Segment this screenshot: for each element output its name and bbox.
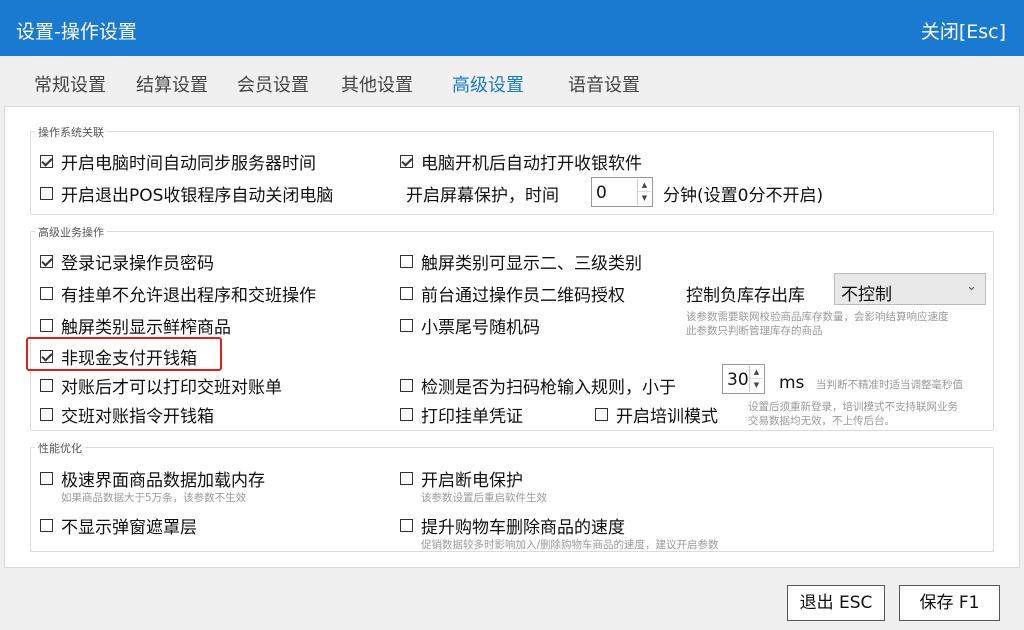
- shutdown-on-exit-checkbox[interactable]: 开启退出POS收银程序自动关闭电脑: [40, 181, 333, 206]
- stepper-up-icon[interactable]: ▲: [638, 179, 651, 192]
- checkbox-icon[interactable]: [400, 155, 413, 168]
- memory-load-hint: 如果商品数据大于5万条，该参数不生效: [61, 492, 247, 504]
- screensaver-label: 开启屏幕保护，时间: [406, 186, 559, 206]
- perf-group-label: 性能优化: [35, 440, 85, 456]
- cart-speed-hint: 促销数据较多时影响加入/删除购物车商品的速度，建议开启参数: [421, 539, 719, 551]
- checkbox-icon[interactable]: [400, 255, 413, 268]
- title-bar: 设置-操作设置 关闭[Esc]: [0, 0, 1024, 56]
- non-cash-drawer-checkbox[interactable]: 非现金支付开钱箱: [40, 344, 197, 369]
- negative-stock-label: 控制负库存出库: [686, 286, 805, 306]
- cart-speed-checkbox[interactable]: 提升购物车删除商品的速度: [400, 513, 625, 538]
- negative-stock-selected: 不控制: [841, 285, 892, 305]
- sync-time-checkbox[interactable]: 开启电脑时间自动同步服务器时间: [40, 149, 316, 174]
- checkbox-icon[interactable]: [40, 319, 53, 332]
- tab-voice[interactable]: 语音设置: [568, 71, 640, 97]
- checkbox-icon[interactable]: [400, 287, 413, 300]
- business-group-label: 高级业务操作: [35, 224, 107, 240]
- checkbox-icon[interactable]: [40, 379, 53, 392]
- record-password-checkbox[interactable]: 登录记录操作员密码: [40, 249, 214, 274]
- checkbox-icon[interactable]: [400, 519, 413, 532]
- power-protect-checkbox[interactable]: 开启断电保护: [400, 466, 523, 491]
- scan-rule-ms-stepper[interactable]: 30 ▲ ▼: [722, 364, 765, 394]
- chevron-down-icon: ⌄: [966, 279, 977, 294]
- screensaver-minutes-stepper[interactable]: 0 ▲ ▼: [591, 177, 653, 207]
- no-exit-with-pending-checkbox[interactable]: 有挂单不允许退出程序和交班操作: [40, 281, 316, 306]
- screensaver-unit: 分钟(设置0分不开启): [663, 186, 824, 206]
- checkbox-icon[interactable]: [400, 408, 413, 421]
- checkbox-icon[interactable]: [40, 350, 53, 363]
- qr-auth-checkbox[interactable]: 前台通过操作员二维码授权: [400, 281, 625, 306]
- training-mode-checkbox[interactable]: 开启培训模式: [595, 402, 718, 427]
- negative-stock-hint-1: 该参数需要联网校验商品库存数量，会影响结算响应速度: [686, 311, 949, 323]
- tab-member[interactable]: 会员设置: [237, 71, 309, 97]
- negative-stock-hint-2: 此参数只判断管理库存的商品: [686, 325, 823, 337]
- scan-rule-ms-value[interactable]: 30: [727, 370, 749, 390]
- exit-button[interactable]: 退出 ESC: [787, 585, 885, 621]
- memory-load-checkbox[interactable]: 极速界面商品数据加载内存: [40, 466, 265, 491]
- checkbox-icon[interactable]: [595, 408, 608, 421]
- stepper-down-icon[interactable]: ▼: [638, 192, 651, 205]
- training-mode-hint-2: 交易数据均无效，不上传后台。: [748, 415, 895, 427]
- scan-rule-checkbox[interactable]: 检测是否为扫码枪输入规则，小于: [400, 373, 676, 398]
- stepper-up-icon[interactable]: ▲: [750, 366, 763, 379]
- checkbox-icon[interactable]: [40, 155, 53, 168]
- tab-advanced[interactable]: 高级设置: [452, 71, 524, 97]
- touch-sub-category-checkbox[interactable]: 触屏类别可显示二、三级类别: [400, 249, 642, 274]
- print-pending-checkbox[interactable]: 打印挂单凭证: [400, 402, 523, 427]
- stepper-down-icon[interactable]: ▼: [750, 379, 763, 392]
- training-mode-hint-1: 设置后须重新登录，培训模式不支持联网业务: [748, 401, 958, 413]
- autostart-checkbox[interactable]: 电脑开机后自动打开收银软件: [400, 149, 642, 174]
- screensaver-minutes-value[interactable]: 0: [596, 183, 607, 203]
- power-protect-hint: 该参数设置后重启软件生效: [421, 492, 547, 504]
- os-group-label: 操作系统关联: [35, 124, 107, 140]
- checkbox-icon[interactable]: [400, 379, 413, 392]
- tab-general[interactable]: 常规设置: [34, 71, 106, 97]
- checkbox-icon[interactable]: [40, 287, 53, 300]
- checkbox-icon[interactable]: [400, 472, 413, 485]
- shift-drawer-checkbox[interactable]: 交班对账指令开钱箱: [40, 402, 214, 427]
- checkbox-icon[interactable]: [400, 319, 413, 332]
- print-after-reconcile-checkbox[interactable]: 对账后才可以打印交班对账单: [40, 373, 282, 398]
- scan-rule-unit: ms: [779, 373, 805, 393]
- checkbox-icon[interactable]: [40, 187, 53, 200]
- checkbox-icon[interactable]: [40, 472, 53, 485]
- checkbox-icon[interactable]: [40, 408, 53, 421]
- checkbox-icon[interactable]: [40, 519, 53, 532]
- tab-other[interactable]: 其他设置: [341, 71, 413, 97]
- touch-fresh-checkbox[interactable]: 触屏类别显示鲜榨商品: [40, 313, 231, 338]
- no-mask-checkbox[interactable]: 不显示弹窗遮罩层: [40, 513, 197, 538]
- close-button[interactable]: 关闭[Esc]: [921, 17, 1006, 44]
- random-receipt-tail-checkbox[interactable]: 小票尾号随机码: [400, 313, 540, 338]
- save-button[interactable]: 保存 F1: [899, 585, 1000, 621]
- tab-checkout[interactable]: 结算设置: [136, 71, 208, 97]
- scan-rule-hint: 当判断不精准时适当调整毫秒值: [816, 379, 963, 391]
- negative-stock-select[interactable]: 不控制 ⌄: [834, 273, 986, 305]
- window-title: 设置-操作设置: [16, 21, 137, 43]
- tab-bar: 常规设置 结算设置 会员设置 其他设置 高级设置 语音设置: [0, 56, 1024, 106]
- checkbox-icon[interactable]: [40, 255, 53, 268]
